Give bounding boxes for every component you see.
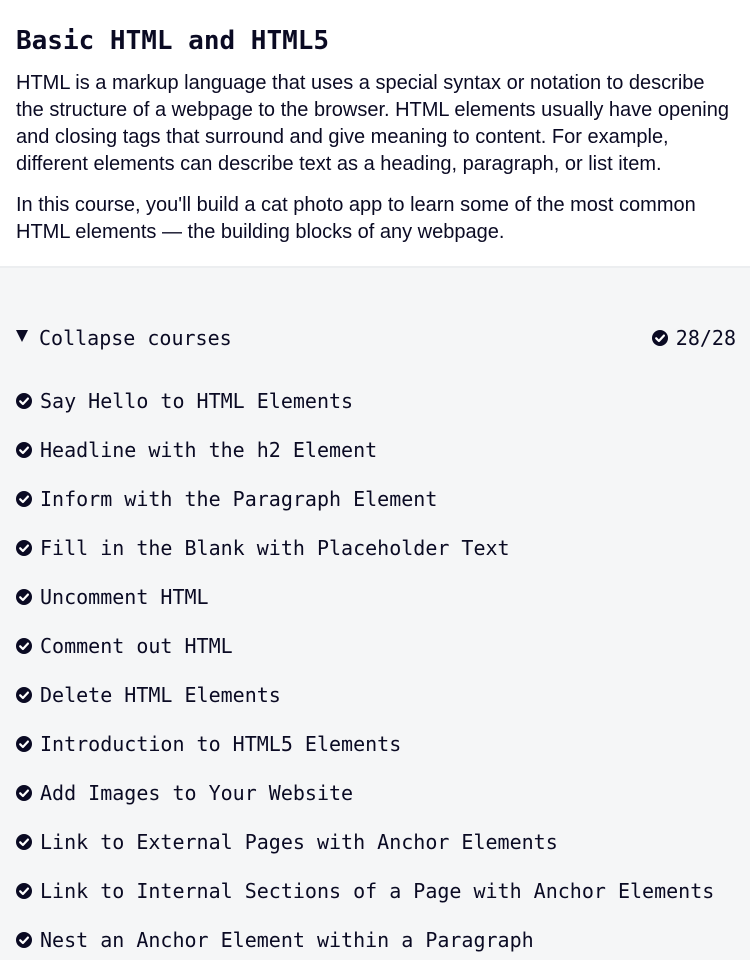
check-circle-icon (16, 637, 32, 654)
lesson-name: Nest an Anchor Element within a Paragrap… (40, 927, 534, 952)
lesson-name: Link to External Pages with Anchor Eleme… (40, 829, 558, 854)
intro-paragraph: In this course, you'll build a cat photo… (16, 194, 696, 243)
course-page: Basic HTML and HTML5 HTML is a markup la… (0, 0, 750, 960)
lesson-name: Delete HTML Elements (40, 682, 281, 707)
check-circle-icon (16, 441, 32, 458)
triangle-down-icon (16, 330, 28, 342)
lesson-name: Comment out HTML (40, 633, 233, 658)
lesson-name: Fill in the Blank with Placeholder Text (40, 535, 510, 560)
lesson-item[interactable]: Link to Internal Sections of a Page with… (16, 866, 740, 915)
check-circle-icon (16, 833, 32, 850)
progress-count: 28/28 (675, 326, 736, 350)
lesson-item[interactable]: Delete HTML Elements (16, 670, 740, 719)
lesson-name: Add Images to Your Website (40, 780, 354, 805)
check-circle-icon (651, 330, 668, 346)
lesson-name: Headline with the h2 Element (40, 437, 378, 462)
check-circle-icon (16, 686, 32, 703)
check-circle-icon (16, 490, 32, 507)
lesson-name: Inform with the Paragraph Element (40, 486, 438, 511)
check-circle-icon (16, 882, 32, 899)
collapse-courses-label: Collapse courses (39, 326, 232, 350)
intro-paragraph: HTML is a markup language that uses a sp… (16, 72, 729, 175)
lesson-item[interactable]: Inform with the Paragraph Element (16, 474, 740, 523)
check-circle-icon (16, 931, 32, 948)
lesson-item[interactable]: Say Hello to HTML Elements (16, 376, 740, 425)
lesson-item[interactable]: Add Images to Your Website (16, 768, 740, 817)
progress-indicator: 28/28 (651, 326, 736, 350)
check-circle-icon (16, 784, 32, 801)
check-circle-icon (16, 588, 32, 605)
page-title: Basic HTML and HTML5 (16, 26, 330, 56)
course-toggle-row: Collapse courses 28/28 (16, 322, 736, 354)
check-circle-icon (16, 539, 32, 556)
lesson-item[interactable]: Nest an Anchor Element within a Paragrap… (16, 915, 740, 960)
lesson-item[interactable]: Uncomment HTML (16, 572, 740, 621)
lesson-item[interactable]: Comment out HTML (16, 621, 740, 670)
check-circle-icon (16, 392, 32, 409)
lesson-item[interactable]: Fill in the Blank with Placeholder Text (16, 523, 740, 572)
lesson-item[interactable]: Link to External Pages with Anchor Eleme… (16, 817, 740, 866)
lesson-name: Uncomment HTML (40, 584, 209, 609)
lesson-item[interactable]: Introduction to HTML5 Elements (16, 719, 740, 768)
lesson-name: Introduction to HTML5 Elements (40, 731, 402, 756)
lesson-item[interactable]: Headline with the h2 Element (16, 425, 740, 474)
lesson-list: Say Hello to HTML Elements Headline with … (16, 376, 740, 960)
lesson-name: Say Hello to HTML Elements (40, 388, 354, 413)
lesson-name: Link to Internal Sections of a Page with… (40, 878, 715, 903)
collapse-courses-button[interactable]: Collapse courses (16, 326, 232, 350)
intro-block: Basic HTML and HTML5 HTML is a markup la… (0, 0, 750, 268)
check-circle-icon (16, 735, 32, 752)
